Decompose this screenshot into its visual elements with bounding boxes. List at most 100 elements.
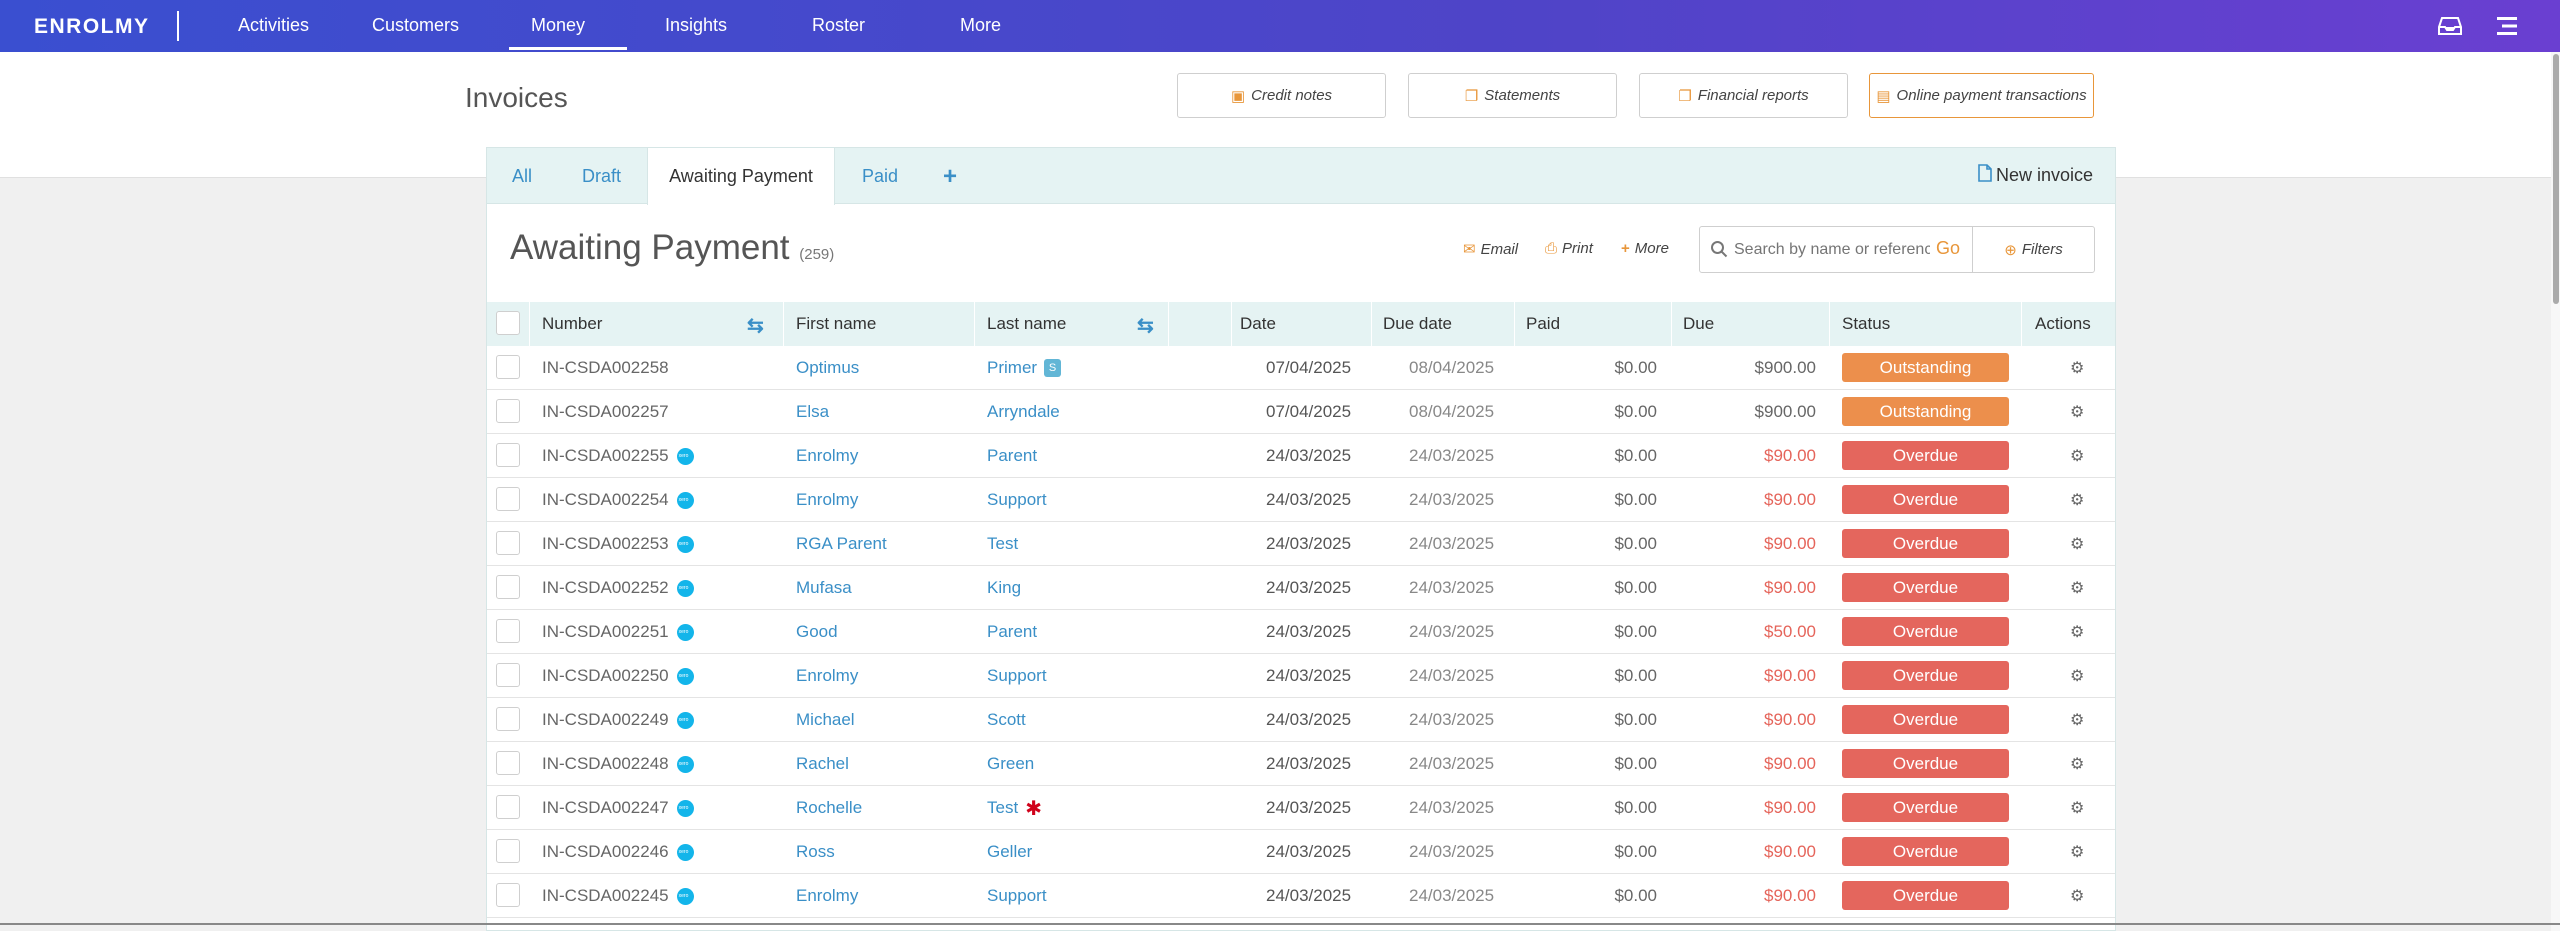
select-all-checkbox[interactable]: [496, 311, 520, 335]
last-name-link[interactable]: Parent: [987, 446, 1037, 466]
gear-icon[interactable]: ⚙: [2070, 754, 2084, 774]
invoice-number[interactable]: IN-CSDA002246: [542, 842, 669, 862]
last-name-link[interactable]: Support: [987, 886, 1047, 906]
table-row[interactable]: IN-CSDA002245 Enrolmy Support 24/03/2025 24/…: [487, 874, 2115, 918]
first-name-link[interactable]: Rochelle: [796, 786, 862, 830]
gear-icon[interactable]: ⚙: [2070, 446, 2084, 466]
invoice-number-cell[interactable]: IN-CSDA002245: [542, 874, 694, 918]
new-invoice-button[interactable]: New invoice: [1978, 164, 2093, 187]
gear-icon[interactable]: ⚙: [2070, 402, 2084, 422]
last-name-cell[interactable]: Test ✱: [987, 786, 1042, 830]
print-button[interactable]: ⎙ Print: [1545, 240, 1593, 257]
last-name-link[interactable]: Test: [987, 534, 1018, 554]
row-checkbox[interactable]: [496, 707, 520, 731]
invoice-number[interactable]: IN-CSDA002252: [542, 578, 669, 598]
nav-item-more[interactable]: More: [960, 15, 1001, 36]
last-name-link[interactable]: Parent: [987, 622, 1037, 642]
nav-item-customers[interactable]: Customers: [372, 15, 459, 36]
invoice-number[interactable]: IN-CSDA002255: [542, 446, 669, 466]
scrollbar-thumb[interactable]: [2553, 54, 2559, 304]
gear-icon[interactable]: ⚙: [2070, 578, 2084, 598]
financial-reports-button[interactable]: ❐ Financial reports: [1639, 73, 1848, 118]
invoice-number[interactable]: IN-CSDA002258: [542, 358, 669, 378]
last-name-cell[interactable]: Support: [987, 654, 1047, 698]
last-name-link[interactable]: Green: [987, 754, 1034, 774]
last-name-cell[interactable]: Parent: [987, 434, 1037, 478]
first-name-link[interactable]: Mufasa: [796, 566, 852, 610]
last-name-cell[interactable]: Primer S: [987, 346, 1062, 390]
last-name-cell[interactable]: Support: [987, 874, 1047, 918]
last-name-cell[interactable]: Green: [987, 742, 1034, 786]
column-due[interactable]: Due: [1683, 302, 1714, 346]
nav-item-insights[interactable]: Insights: [665, 15, 727, 36]
first-name-link[interactable]: Enrolmy: [796, 434, 858, 478]
credit-notes-button[interactable]: ▣ Credit notes: [1177, 73, 1386, 118]
last-name-link[interactable]: Geller: [987, 842, 1032, 862]
add-tab-button[interactable]: +: [943, 163, 957, 191]
first-name-link[interactable]: Ross: [796, 830, 835, 874]
gear-icon[interactable]: ⚙: [2070, 798, 2084, 818]
row-checkbox[interactable]: [496, 663, 520, 687]
table-row[interactable]: IN-CSDA002252 Mufasa King 24/03/2025 24/03/2…: [487, 566, 2115, 610]
online-payment-transactions-button[interactable]: ▤ Online payment transactions: [1869, 73, 2094, 118]
nav-item-roster[interactable]: Roster: [812, 15, 865, 36]
table-row[interactable]: IN-CSDA002247 Rochelle Test ✱ 24/03/2025 24/0…: [487, 786, 2115, 830]
table-row[interactable]: IN-CSDA002246 Ross Geller 24/03/2025 24/03/2…: [487, 830, 2115, 874]
search-input[interactable]: [1734, 237, 1930, 263]
last-name-cell[interactable]: Support: [987, 478, 1047, 522]
first-name-link[interactable]: Enrolmy: [796, 874, 858, 918]
invoice-number-cell[interactable]: IN-CSDA002249: [542, 698, 694, 742]
row-checkbox[interactable]: [496, 795, 520, 819]
table-row[interactable]: IN-CSDA002257 Elsa Arryndale 07/04/2025 08/0…: [487, 390, 2115, 434]
table-row[interactable]: IN-CSDA002258 Optimus Primer S 07/04/2025 08/…: [487, 346, 2115, 390]
tab-paid[interactable]: Paid: [862, 148, 898, 204]
invoice-number-cell[interactable]: IN-CSDA002252: [542, 566, 694, 610]
invoice-number-cell[interactable]: IN-CSDA002253: [542, 522, 694, 566]
invoice-number[interactable]: IN-CSDA002248: [542, 754, 669, 774]
invoice-number-cell[interactable]: IN-CSDA002250: [542, 654, 694, 698]
row-checkbox[interactable]: [496, 487, 520, 511]
gear-icon[interactable]: ⚙: [2070, 666, 2084, 686]
sort-toggle-icon[interactable]: ⇆: [1137, 313, 1154, 338]
row-checkbox[interactable]: [496, 619, 520, 643]
column-date[interactable]: Date: [1240, 302, 1276, 346]
last-name-link[interactable]: Support: [987, 490, 1047, 510]
gear-icon[interactable]: ⚙: [2070, 490, 2084, 510]
more-button[interactable]: + More: [1621, 240, 1669, 257]
last-name-link[interactable]: King: [987, 578, 1021, 598]
gear-icon[interactable]: ⚙: [2070, 886, 2084, 906]
last-name-cell[interactable]: Scott: [987, 698, 1026, 742]
invoice-number[interactable]: IN-CSDA002253: [542, 534, 669, 554]
gear-icon[interactable]: ⚙: [2070, 842, 2084, 862]
email-button[interactable]: ✉ Email: [1463, 240, 1518, 259]
tab-awaiting-payment[interactable]: Awaiting Payment: [647, 148, 835, 205]
table-row[interactable]: IN-CSDA002253 RGA Parent Test 24/03/2025 24/…: [487, 522, 2115, 566]
tab-all[interactable]: All: [512, 148, 532, 204]
invoice-number[interactable]: IN-CSDA002250: [542, 666, 669, 686]
gear-icon[interactable]: ⚙: [2070, 622, 2084, 642]
row-checkbox[interactable]: [496, 531, 520, 555]
invoice-number[interactable]: IN-CSDA002247: [542, 798, 669, 818]
menu-icon[interactable]: [2496, 15, 2518, 37]
gear-icon[interactable]: ⚙: [2070, 710, 2084, 730]
last-name-cell[interactable]: Geller: [987, 830, 1032, 874]
filters-button[interactable]: ⊕ Filters: [1972, 226, 2095, 273]
first-name-link[interactable]: RGA Parent: [796, 522, 887, 566]
invoice-number-cell[interactable]: IN-CSDA002246: [542, 830, 694, 874]
first-name-link[interactable]: Optimus: [796, 346, 859, 390]
column-paid[interactable]: Paid: [1526, 302, 1560, 346]
last-name-link[interactable]: Scott: [987, 710, 1026, 730]
invoice-number[interactable]: IN-CSDA002251: [542, 622, 669, 642]
invoice-number-cell[interactable]: IN-CSDA002254: [542, 478, 694, 522]
first-name-link[interactable]: Enrolmy: [796, 654, 858, 698]
table-row[interactable]: IN-CSDA002248 Rachel Green 24/03/2025 24/03/…: [487, 742, 2115, 786]
invoice-number-cell[interactable]: IN-CSDA002257: [542, 390, 669, 434]
row-checkbox[interactable]: [496, 399, 520, 423]
first-name-link[interactable]: Enrolmy: [796, 478, 858, 522]
search-go-button[interactable]: Go: [1936, 238, 1960, 259]
sort-toggle-icon[interactable]: ⇆: [747, 313, 764, 338]
column-status[interactable]: Status: [1842, 302, 1890, 346]
column-due-date[interactable]: Due date: [1383, 302, 1452, 346]
table-row[interactable]: IN-CSDA002249 Michael Scott 24/03/2025 24/03…: [487, 698, 2115, 742]
last-name-cell[interactable]: Parent: [987, 610, 1037, 654]
